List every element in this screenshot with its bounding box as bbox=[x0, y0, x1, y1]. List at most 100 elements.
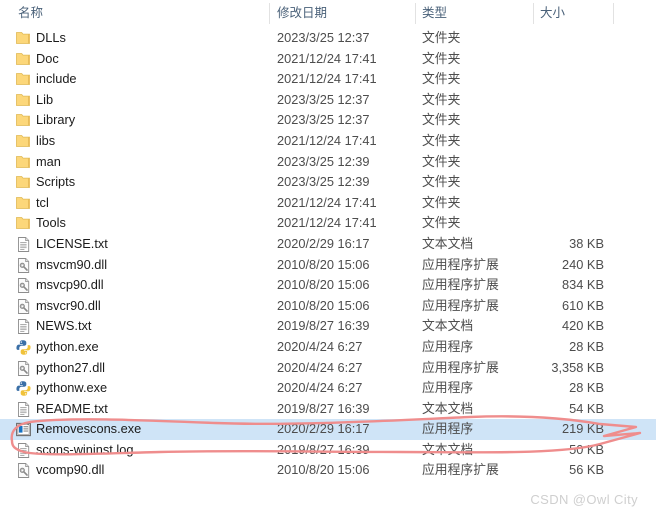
file-date: 2023/3/25 12:37 bbox=[277, 91, 370, 107]
file-name: Tools bbox=[36, 215, 66, 231]
file-date: 2019/8/27 16:39 bbox=[277, 400, 370, 416]
file-size bbox=[455, 28, 604, 49]
file-row[interactable]: msvcr90.dll 2010/8/20 15:06 应用程序扩展 610 KB bbox=[0, 296, 656, 317]
folder-icon bbox=[15, 92, 32, 109]
file-name: LICENSE.txt bbox=[36, 235, 108, 251]
file-size: 28 KB bbox=[569, 380, 604, 396]
file-list[interactable]: DLLs 2023/3/25 12:37 文件夹 Doc 2021/12/24 17:4… bbox=[0, 28, 656, 481]
folder-icon bbox=[15, 154, 32, 171]
file-row[interactable]: msvcm90.dll 2010/8/20 15:06 应用程序扩展 240 KB bbox=[0, 255, 656, 276]
file-size bbox=[455, 213, 604, 234]
file-date: 2021/12/24 17:41 bbox=[277, 194, 377, 210]
file-row[interactable]: python27.dll 2020/4/24 6:27 应用程序扩展 3,358 KB bbox=[0, 358, 656, 379]
column-header-type[interactable]: 类型 bbox=[422, 0, 447, 26]
file-row[interactable]: Library 2023/3/25 12:37 文件夹 bbox=[0, 110, 656, 131]
file-size: 3,358 KB bbox=[551, 359, 604, 375]
file-name: Library bbox=[36, 112, 76, 128]
file-date: 2020/4/24 6:27 bbox=[277, 359, 363, 375]
app-window-icon bbox=[15, 421, 32, 438]
file-row[interactable]: README.txt 2019/8/27 16:39 文本文档 54 KB bbox=[0, 399, 656, 420]
folder-icon bbox=[15, 133, 32, 150]
file-name: vcomp90.dll bbox=[36, 462, 105, 478]
folder-icon bbox=[15, 71, 32, 88]
file-name: Lib bbox=[36, 91, 54, 107]
file-date: 2019/8/27 16:39 bbox=[277, 318, 370, 334]
file-size: 28 KB bbox=[569, 338, 604, 354]
column-header-date[interactable]: 修改日期 bbox=[277, 0, 327, 26]
file-row[interactable]: Scripts 2023/3/25 12:39 文件夹 bbox=[0, 172, 656, 193]
folder-icon bbox=[15, 215, 32, 232]
file-name: README.txt bbox=[36, 400, 108, 416]
file-row[interactable]: Doc 2021/12/24 17:41 文件夹 bbox=[0, 49, 656, 70]
file-row[interactable]: tcl 2021/12/24 17:41 文件夹 bbox=[0, 193, 656, 214]
file-date: 2023/3/25 12:39 bbox=[277, 153, 370, 169]
column-divider-4[interactable] bbox=[613, 3, 614, 24]
python-icon bbox=[15, 339, 32, 356]
column-divider-2[interactable] bbox=[415, 3, 416, 24]
file-name: NEWS.txt bbox=[36, 318, 92, 334]
folder-icon bbox=[15, 30, 32, 47]
file-size bbox=[455, 131, 604, 152]
dll-file-icon bbox=[15, 257, 32, 274]
file-size: 38 KB bbox=[569, 235, 604, 251]
file-row[interactable]: libs 2021/12/24 17:41 文件夹 bbox=[0, 131, 656, 152]
file-size bbox=[455, 172, 604, 193]
file-row[interactable]: python.exe 2020/4/24 6:27 应用程序 28 KB bbox=[0, 337, 656, 358]
file-row[interactable]: Lib 2023/3/25 12:37 文件夹 bbox=[0, 90, 656, 111]
file-name: libs bbox=[36, 132, 56, 148]
file-row[interactable]: man 2023/3/25 12:39 文件夹 bbox=[0, 152, 656, 173]
folder-icon bbox=[15, 112, 32, 129]
dll-file-icon bbox=[15, 462, 32, 479]
column-divider-3[interactable] bbox=[533, 3, 534, 24]
column-divider-1[interactable] bbox=[269, 3, 270, 24]
text-file-icon bbox=[15, 236, 32, 253]
file-size: 420 KB bbox=[562, 318, 604, 334]
file-name: python27.dll bbox=[36, 359, 106, 375]
file-size: 54 KB bbox=[569, 400, 604, 416]
file-row[interactable]: vcomp90.dll 2010/8/20 15:06 应用程序扩展 56 KB bbox=[0, 460, 656, 481]
file-row[interactable]: DLLs 2023/3/25 12:37 文件夹 bbox=[0, 28, 656, 49]
file-row[interactable]: NEWS.txt 2019/8/27 16:39 文本文档 420 KB bbox=[0, 316, 656, 337]
file-name: Scripts bbox=[36, 174, 76, 190]
folder-icon bbox=[15, 174, 32, 191]
dll-file-icon bbox=[15, 298, 32, 315]
text-file-icon bbox=[15, 401, 32, 418]
file-row[interactable]: Tools 2021/12/24 17:41 文件夹 bbox=[0, 213, 656, 234]
file-size: 219 KB bbox=[562, 421, 604, 437]
dll-file-icon bbox=[15, 360, 32, 377]
file-row[interactable]: Removescons.exe 2020/2/29 16:17 应用程序 219 KB bbox=[0, 419, 656, 440]
file-size: 240 KB bbox=[562, 256, 604, 272]
file-date: 2019/8/27 16:39 bbox=[277, 441, 370, 457]
file-name: DLLs bbox=[36, 30, 66, 45]
file-date: 2010/8/20 15:06 bbox=[277, 297, 370, 313]
folder-icon bbox=[15, 195, 32, 212]
text-file-icon bbox=[15, 442, 32, 459]
file-size: 56 KB bbox=[569, 462, 604, 478]
file-name: python.exe bbox=[36, 338, 99, 354]
watermark: CSDN @Owl City bbox=[530, 492, 638, 507]
file-name: scons-wininst.log bbox=[36, 441, 134, 457]
file-row[interactable]: include 2021/12/24 17:41 文件夹 bbox=[0, 69, 656, 90]
dll-file-icon bbox=[15, 277, 32, 294]
file-size bbox=[455, 193, 604, 214]
file-date: 2020/2/29 16:17 bbox=[277, 421, 370, 437]
file-size bbox=[455, 110, 604, 131]
file-date: 2010/8/20 15:06 bbox=[277, 277, 370, 293]
column-header: 名称 修改日期 类型 大小 bbox=[0, 0, 656, 26]
file-row[interactable]: scons-wininst.log 2019/8/27 16:39 文本文档 50 K… bbox=[0, 440, 656, 461]
column-header-size[interactable]: 大小 bbox=[540, 0, 565, 26]
file-name: Doc bbox=[36, 50, 59, 66]
file-date: 2010/8/20 15:06 bbox=[277, 256, 370, 272]
file-date: 2021/12/24 17:41 bbox=[277, 132, 377, 148]
file-size: 834 KB bbox=[562, 277, 604, 293]
column-header-name[interactable]: 名称 bbox=[18, 0, 43, 26]
file-name: tcl bbox=[36, 194, 49, 210]
file-row[interactable]: LICENSE.txt 2020/2/29 16:17 文本文档 38 KB bbox=[0, 234, 656, 255]
file-size bbox=[455, 152, 604, 173]
file-row[interactable]: pythonw.exe 2020/4/24 6:27 应用程序 28 KB bbox=[0, 378, 656, 399]
file-name: pythonw.exe bbox=[36, 380, 108, 396]
file-date: 2020/4/24 6:27 bbox=[277, 380, 363, 396]
file-date: 2010/8/20 15:06 bbox=[277, 462, 370, 478]
file-size bbox=[455, 49, 604, 70]
file-row[interactable]: msvcp90.dll 2010/8/20 15:06 应用程序扩展 834 KB bbox=[0, 275, 656, 296]
